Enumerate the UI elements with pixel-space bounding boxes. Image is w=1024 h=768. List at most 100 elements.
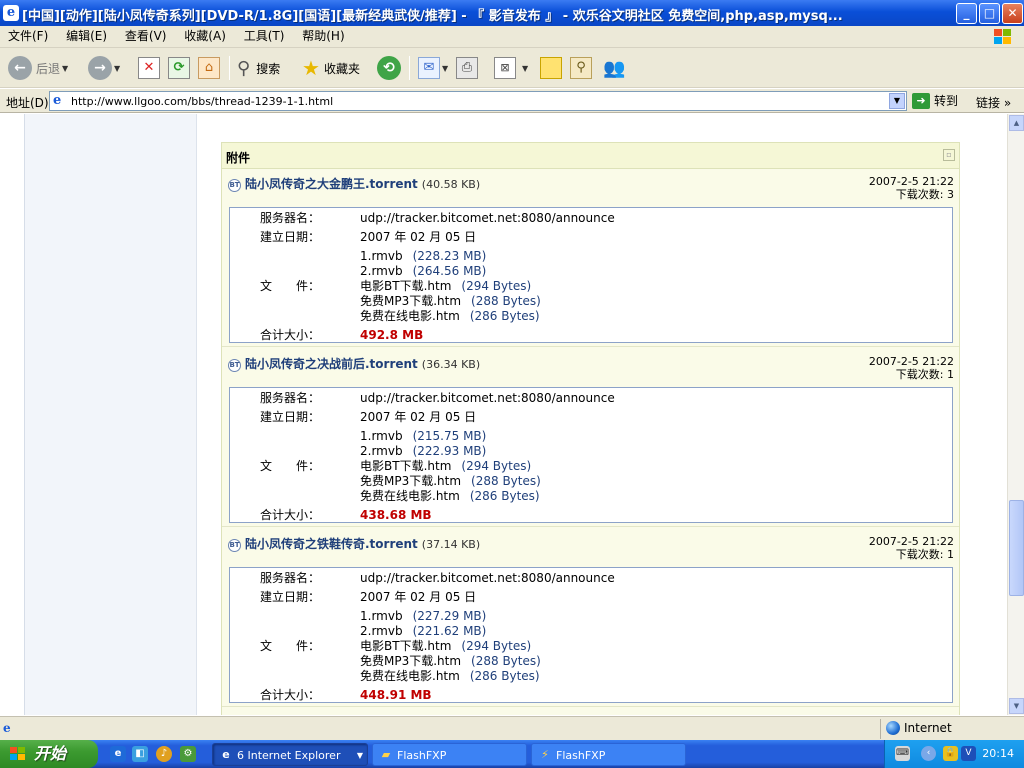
server-value: udp://tracker.bitcomet.net:8080/announce	[360, 571, 615, 585]
files-label: 文 件：	[260, 639, 321, 653]
torrent-file-icon: BT	[228, 359, 241, 372]
edit-dropdown-icon[interactable]: ▼	[522, 64, 528, 73]
globe-icon	[886, 721, 900, 735]
back-button[interactable]: ← 后退 ▼	[8, 54, 68, 82]
menu-favorites[interactable]: 收藏(A)	[178, 26, 232, 47]
file-size: (288 Bytes)	[471, 654, 541, 668]
collapse-icon[interactable]: ▫	[943, 149, 955, 161]
back-nav-icon[interactable]: ‹	[921, 746, 936, 761]
file-entry: 免费在线电影.htm (286 Bytes)	[360, 309, 540, 324]
research-button[interactable]: ⚲	[570, 54, 592, 82]
file-name: 1.rmvb	[360, 609, 403, 623]
forward-dropdown-icon[interactable]: ▼	[114, 64, 120, 73]
minimize-button[interactable]: _	[956, 3, 977, 24]
address-url[interactable]: http://www.llgoo.com/bbs/thread-1239-1-1…	[71, 95, 333, 108]
files-label: 文 件：	[260, 279, 321, 293]
home-button[interactable]: ⌂	[198, 54, 220, 82]
keyboard-icon[interactable]: ⌨	[895, 746, 910, 761]
history-button[interactable]: ⟲	[377, 54, 401, 82]
title-bar[interactable]: e [中国][动作][陆小凤传奇系列][DVD-R/1.8G][国语][最新经典…	[0, 0, 1024, 26]
torrent-details: 服务器名： udp://tracker.bitcomet.net:8080/ann…	[229, 387, 953, 523]
total-label: 合计大小：	[260, 688, 321, 702]
address-dropdown-icon[interactable]: ▼	[889, 93, 905, 109]
start-button[interactable]: 开始	[0, 740, 98, 768]
back-dropdown-icon[interactable]: ▼	[62, 64, 68, 73]
file-entry: 2.rmvb (222.93 MB)	[360, 444, 486, 459]
menu-help[interactable]: 帮助(H)	[296, 26, 350, 47]
quicklaunch-app-icon[interactable]: ⚙	[180, 746, 196, 762]
file-name: 电影BT下载.htm	[360, 459, 452, 473]
quicklaunch-ie-icon[interactable]: e	[110, 746, 126, 762]
task-label: 6 Internet Explorer	[237, 749, 341, 762]
torrent-meta: 2007-2-5 21:22 下载次数: 3	[869, 175, 954, 201]
go-label: 转到	[934, 94, 959, 108]
file-name: 免费在线电影.htm	[360, 669, 460, 683]
torrent-date: 2007-2-5 21:22	[868, 535, 954, 548]
torrent-link[interactable]: 陆小凤传奇之铁鞋传奇.torrent	[245, 537, 418, 551]
scroll-up-icon[interactable]: ▲	[1009, 115, 1024, 131]
file-name: 免费MP3下载.htm	[360, 474, 462, 488]
file-entry: 2.rmvb (221.62 MB)	[360, 624, 486, 639]
file-size: (288 Bytes)	[471, 294, 541, 308]
mail-button[interactable]: ✉ ▼	[418, 54, 448, 82]
maximize-button[interactable]: □	[979, 3, 1000, 24]
file-name: 1.rmvb	[360, 249, 403, 263]
vertical-scrollbar[interactable]: ▲ ▼	[1007, 114, 1024, 715]
file-entry: 电影BT下载.htm (294 Bytes)	[360, 279, 531, 294]
favorites-button[interactable]: ★ 收藏夹	[302, 54, 360, 82]
lock-icon[interactable]: 🔒	[943, 746, 958, 761]
folder-icon: ▰	[381, 748, 391, 761]
home-icon: ⌂	[198, 57, 220, 79]
mail-icon: ✉	[418, 57, 440, 79]
mail-dropdown-icon[interactable]: ▼	[442, 64, 448, 73]
total-size: 492.8 MB	[360, 328, 424, 342]
attachments-panel: 附件 ▫ BT 陆小凤传奇之大金鹏王.torrent (40.58 KB) 200…	[221, 142, 960, 715]
file-name: 免费MP3下载.htm	[360, 654, 462, 668]
print-button[interactable]: ⎙	[456, 54, 478, 82]
menu-tools[interactable]: 工具(T)	[238, 26, 291, 47]
quicklaunch-desktop-icon[interactable]: ◧	[132, 746, 148, 762]
quicklaunch-media-icon[interactable]: ♪	[156, 746, 172, 762]
search-button[interactable]: ⚲ 搜索	[237, 54, 280, 82]
stop-button[interactable]: ✕	[138, 54, 160, 82]
torrent-link[interactable]: 陆小凤传奇之决战前后.torrent	[245, 357, 418, 371]
refresh-button[interactable]: ⟳	[168, 54, 190, 82]
torrent-link[interactable]: 陆小凤传奇之大金鹏王.torrent	[245, 177, 418, 191]
clock[interactable]: 20:14	[982, 747, 1014, 760]
torrent-downloads: 下载次数: 1	[895, 368, 954, 381]
windows-logo-icon	[994, 29, 1011, 44]
server-label: 服务器名：	[260, 391, 321, 405]
messenger-button[interactable]: 👥	[603, 54, 625, 82]
security-zone[interactable]: Internet	[886, 721, 952, 735]
edit-button[interactable]: ⊠ ▼	[494, 54, 528, 82]
go-arrow-icon: ➜	[912, 92, 930, 109]
task-group-dropdown-icon[interactable]: ▼	[357, 744, 363, 765]
search-label: 搜索	[256, 61, 281, 76]
antivirus-icon[interactable]: V	[961, 746, 976, 761]
task-flashfxp[interactable]: ⚡ FlashFXP	[531, 743, 686, 766]
task-flashfxp[interactable]: ▰ FlashFXP	[372, 743, 527, 766]
menu-file[interactable]: 文件(F)	[2, 26, 54, 47]
links-button[interactable]: 链接 »	[976, 94, 1011, 111]
go-button[interactable]: ➜ 转到	[912, 92, 958, 109]
page-viewport: 附件 ▫ BT 陆小凤传奇之大金鹏王.torrent (40.58 KB) 200…	[0, 114, 1007, 715]
forward-button[interactable]: → ▼	[88, 54, 120, 82]
close-button[interactable]: ✕	[1002, 3, 1023, 24]
menu-view[interactable]: 查看(V)	[119, 26, 173, 47]
menu-edit[interactable]: 编辑(E)	[60, 26, 113, 47]
total-size: 448.91 MB	[360, 688, 432, 702]
torrent-details: 服务器名： udp://tracker.bitcomet.net:8080/ann…	[229, 207, 953, 343]
file-entry: 免费MP3下载.htm (288 Bytes)	[360, 294, 541, 309]
file-name: 电影BT下载.htm	[360, 639, 452, 653]
torrent-title: 陆小凤传奇之大金鹏王.torrent (40.58 KB)	[245, 175, 480, 192]
scroll-thumb[interactable]	[1009, 500, 1024, 596]
scroll-down-icon[interactable]: ▼	[1009, 698, 1024, 714]
discuss-button[interactable]	[540, 54, 562, 82]
back-arrow-icon: ←	[8, 56, 32, 80]
file-size: (286 Bytes)	[469, 309, 540, 323]
system-tray: ⌨ ‹ 🔒 V 20:14	[884, 740, 1024, 768]
file-entry: 2.rmvb (264.56 MB)	[360, 264, 486, 279]
address-input[interactable]: e http://www.llgoo.com/bbs/thread-1239-1…	[49, 91, 907, 111]
file-entry: 免费MP3下载.htm (288 Bytes)	[360, 474, 541, 489]
task-internet-explorer[interactable]: e 6 Internet Explorer ▼	[212, 743, 368, 766]
